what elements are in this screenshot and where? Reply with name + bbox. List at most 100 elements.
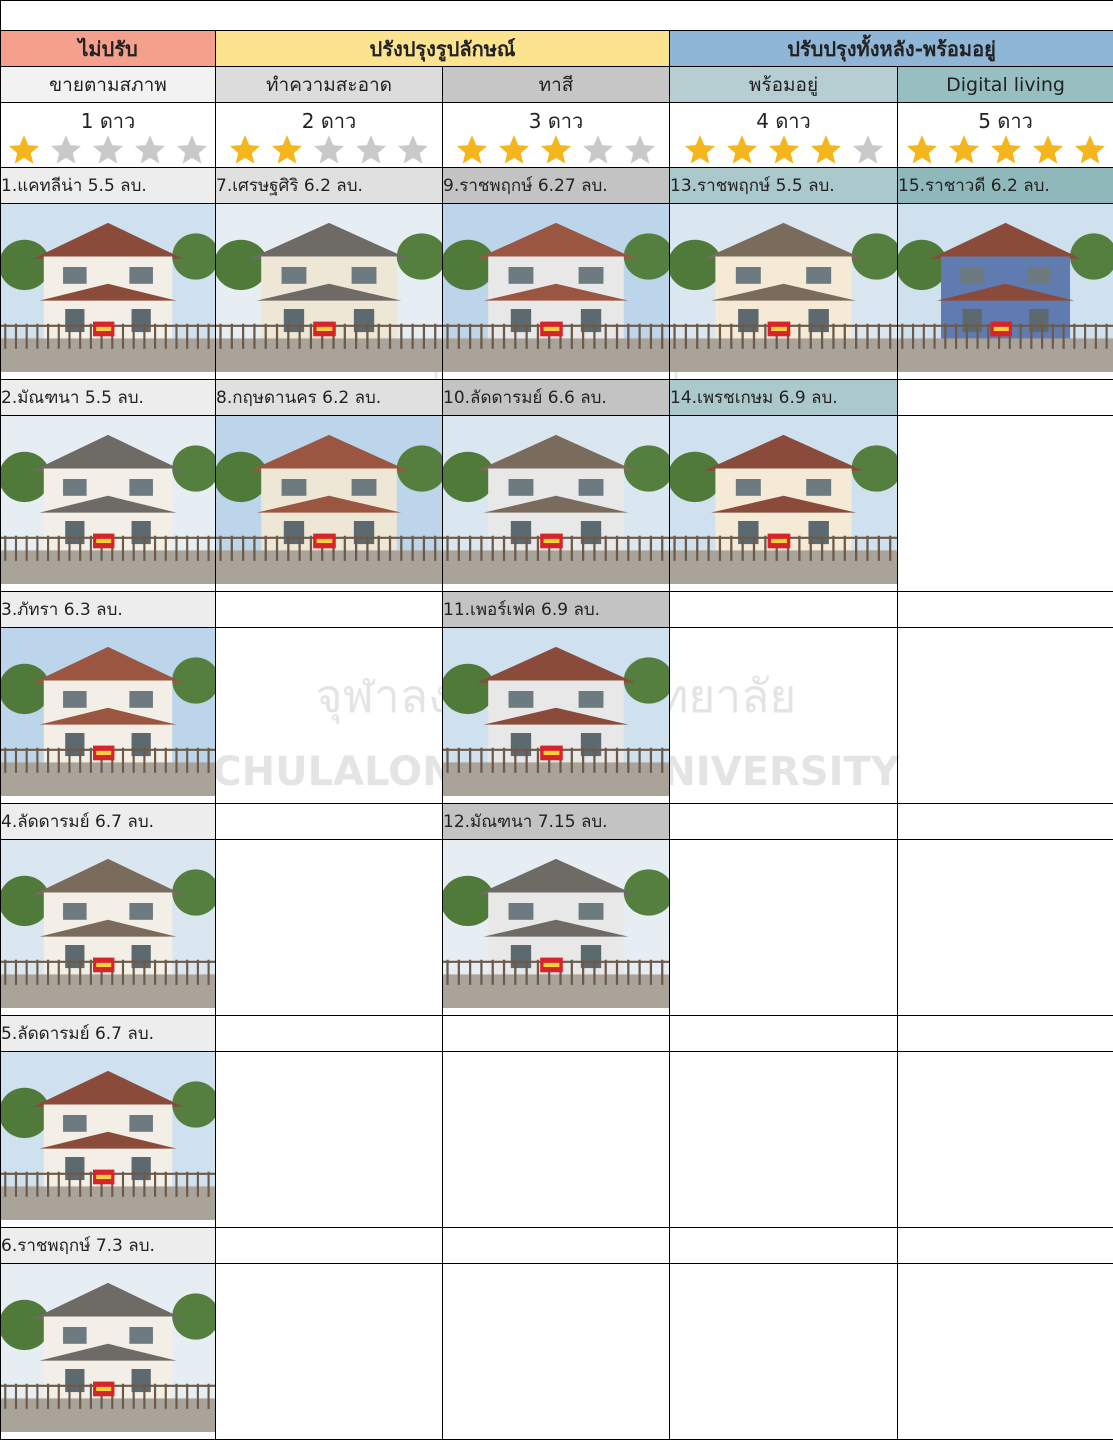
listing-caption xyxy=(216,592,443,628)
group-cosmetic-renovation: ปรังปรุงรูปลักษณ์ xyxy=(216,31,670,67)
star-group xyxy=(216,133,442,167)
empty-cell xyxy=(898,1264,1113,1440)
listing-photo-cell xyxy=(443,204,670,380)
star-filled-icon xyxy=(1072,133,1108,167)
empty-cell xyxy=(670,628,898,804)
listing-photo-cell xyxy=(1,840,216,1016)
star-empty-icon xyxy=(850,133,886,167)
level-as-is: ขายตามสภาพ xyxy=(1,67,216,103)
rating-label: 3 ดาว xyxy=(443,105,669,131)
listing-photo-cell xyxy=(443,840,670,1016)
rating-cell: 3 ดาว xyxy=(443,103,670,168)
empty-cell xyxy=(216,1052,443,1228)
listing-photo-cell xyxy=(1,1052,216,1228)
house-photo xyxy=(1,840,215,1008)
house-photo xyxy=(1,416,215,584)
rating-row: 1 ดาว 2 ดาว 3 ดาว 4 ดาว 5 ดาว xyxy=(1,103,1113,168)
level-clean: ทำความสะอาด xyxy=(216,67,443,103)
listing-photo-cell xyxy=(216,416,443,592)
star-filled-icon xyxy=(454,133,490,167)
house-photo xyxy=(670,204,897,372)
star-empty-icon xyxy=(174,133,210,167)
star-empty-icon xyxy=(132,133,168,167)
listing-caption: 14.เพรชเกษม 6.9 ลบ. xyxy=(670,380,898,416)
empty-cell xyxy=(670,1264,898,1440)
listing-caption: 3.ภัทรา 6.3 ลบ. xyxy=(1,592,216,628)
house-photo xyxy=(443,204,669,372)
star-empty-icon xyxy=(353,133,389,167)
star-filled-icon xyxy=(6,133,42,167)
star-filled-icon xyxy=(724,133,760,167)
listing-caption xyxy=(670,804,898,840)
house-photo xyxy=(898,204,1113,372)
listing-caption: 5.ลัดดารมย์ 6.7 ลบ. xyxy=(1,1016,216,1052)
group-full-renovation: ปรับปรุงทั้งหลัง-พร้อมอยู่ xyxy=(670,31,1113,67)
level-ready: พร้อมอยู่ xyxy=(670,67,898,103)
rating-cell: 4 ดาว xyxy=(670,103,898,168)
star-group xyxy=(1,133,215,167)
rating-label: 5 ดาว xyxy=(898,105,1113,131)
house-photo xyxy=(216,204,442,372)
empty-cell xyxy=(443,1264,670,1440)
empty-cell xyxy=(898,416,1113,592)
star-filled-icon xyxy=(946,133,982,167)
listing-photo-cell xyxy=(216,204,443,380)
listing-photo-row xyxy=(1,840,1113,1016)
listing-photo-row xyxy=(1,416,1113,592)
listing-caption xyxy=(898,804,1113,840)
listing-caption xyxy=(670,592,898,628)
house-photo xyxy=(443,416,669,584)
listing-photo-cell xyxy=(1,1264,216,1440)
listing-caption: 6.ราชพฤกษ์ 7.3 ลบ. xyxy=(1,1228,216,1264)
listing-caption xyxy=(898,1016,1113,1052)
empty-cell xyxy=(898,840,1113,1016)
listing-photo-cell xyxy=(670,416,898,592)
listing-caption xyxy=(443,1228,670,1264)
listing-caption: 11.เพอร์เฟค 6.9 ลบ. xyxy=(443,592,670,628)
star-filled-icon xyxy=(766,133,802,167)
star-filled-icon xyxy=(988,133,1024,167)
rating-cell: 5 ดาว xyxy=(898,103,1113,168)
listing-photo-cell xyxy=(898,204,1113,380)
star-filled-icon xyxy=(682,133,718,167)
listing-caption: 2.มัณฑนา 5.5 ลบ. xyxy=(1,380,216,416)
empty-cell xyxy=(443,1052,670,1228)
rating-table: ไม่ปรับ ปรังปรุงรูปลักษณ์ ปรับปรุงทั้งหล… xyxy=(0,0,1113,1440)
group-header-row: ไม่ปรับ ปรังปรุงรูปลักษณ์ ปรับปรุงทั้งหล… xyxy=(1,31,1113,67)
listing-caption: 8.กฤษดานคร 6.2 ลบ. xyxy=(216,380,443,416)
listing-caption-row: 6.ราชพฤกษ์ 7.3 ลบ. xyxy=(1,1228,1113,1264)
listing-caption-row: 4.ลัดดารมย์ 6.7 ลบ.12.มัณฑนา 7.15 ลบ. xyxy=(1,804,1113,840)
empty-cell xyxy=(216,1264,443,1440)
listing-caption xyxy=(216,1228,443,1264)
listing-photo-row xyxy=(1,628,1113,804)
listing-caption xyxy=(670,1228,898,1264)
star-empty-icon xyxy=(90,133,126,167)
listing-caption xyxy=(443,1016,670,1052)
listing-caption: 9.ราชพฤกษ์ 6.27 ลบ. xyxy=(443,168,670,204)
listing-caption: 15.ราชาวดี 6.2 ลบ. xyxy=(898,168,1113,204)
listing-photo-cell xyxy=(443,628,670,804)
star-group xyxy=(898,133,1113,167)
listing-caption: 1.แคทลีน่า 5.5 ลบ. xyxy=(1,168,216,204)
level-header-row: ขายตามสภาพ ทำความสะอาด ทาสี พร้อมอยู่ Di… xyxy=(1,67,1113,103)
star-filled-icon xyxy=(904,133,940,167)
listing-photo-cell xyxy=(1,416,216,592)
star-filled-icon xyxy=(808,133,844,167)
empty-cell xyxy=(216,628,443,804)
star-empty-icon xyxy=(311,133,347,167)
listing-caption xyxy=(216,1016,443,1052)
listing-photo-row xyxy=(1,1264,1113,1440)
star-group xyxy=(443,133,669,167)
listing-photo-cell xyxy=(443,416,670,592)
star-filled-icon xyxy=(496,133,532,167)
star-empty-icon xyxy=(395,133,431,167)
listing-caption: 7.เศรษฐศิริ 6.2 ลบ. xyxy=(216,168,443,204)
empty-cell xyxy=(670,1052,898,1228)
level-digital: Digital living xyxy=(898,67,1113,103)
listing-caption-row: 5.ลัดดารมย์ 6.7 ลบ. xyxy=(1,1016,1113,1052)
star-empty-icon xyxy=(580,133,616,167)
level-paint: ทาสี xyxy=(443,67,670,103)
house-photo xyxy=(443,628,669,796)
rating-label: 4 ดาว xyxy=(670,105,897,131)
empty-cell xyxy=(670,840,898,1016)
